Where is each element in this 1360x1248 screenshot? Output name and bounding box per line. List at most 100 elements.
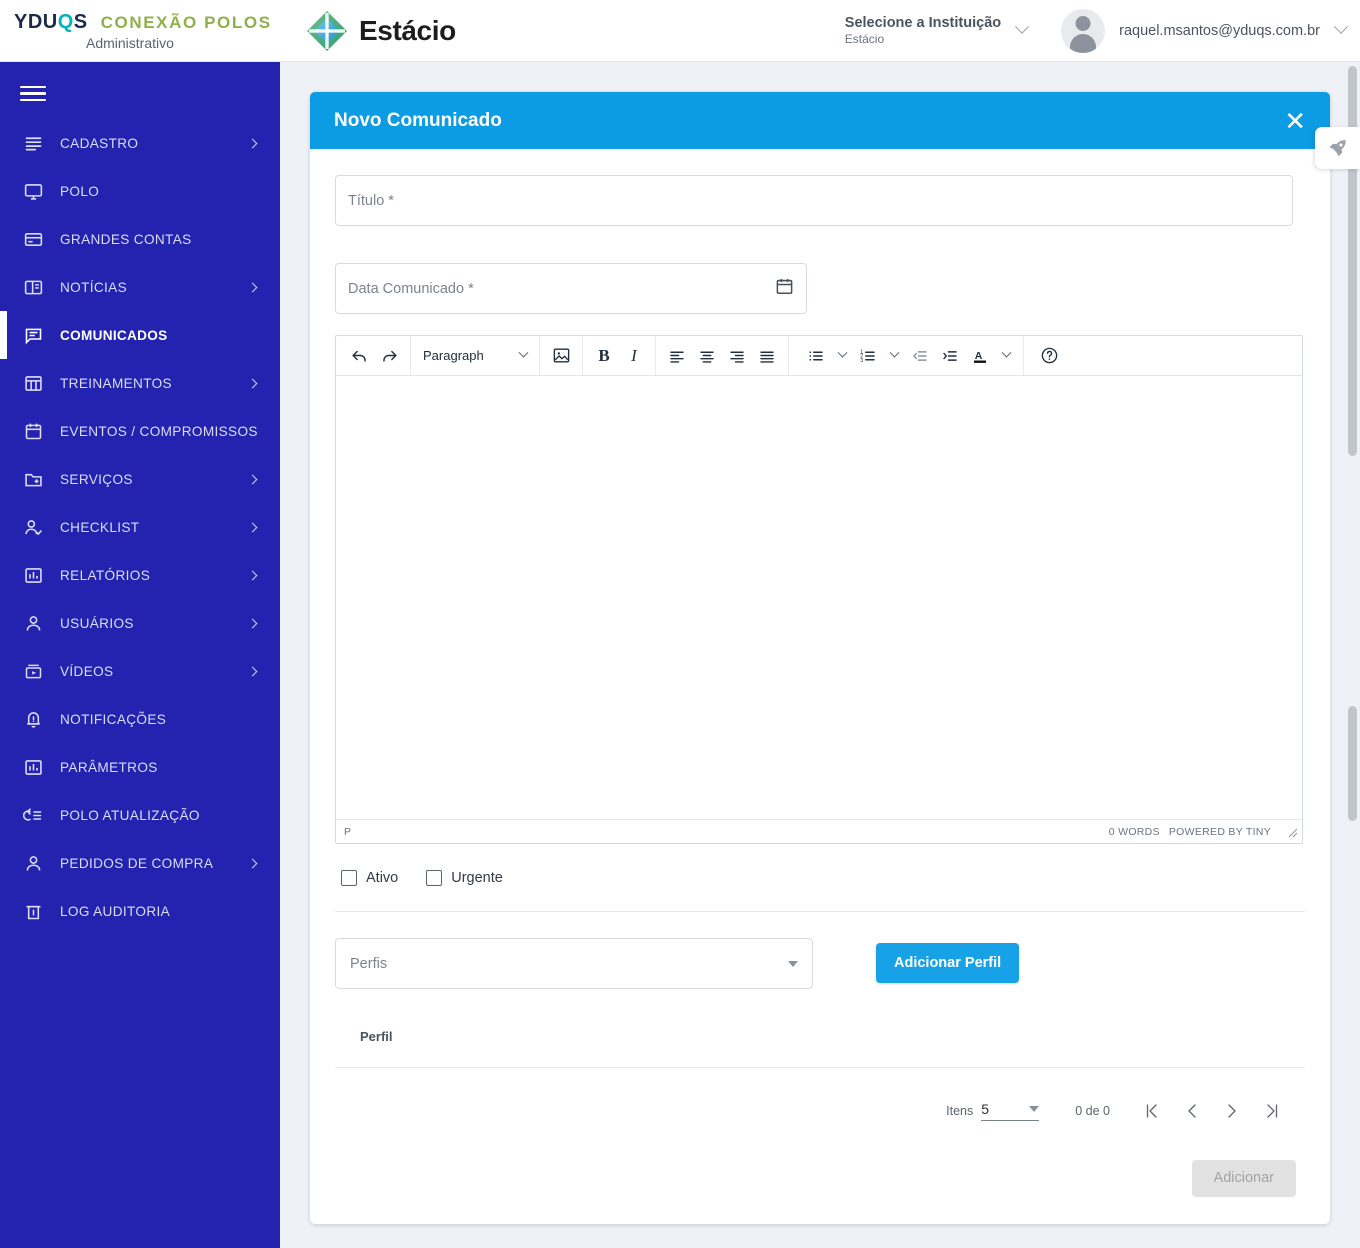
undo-icon[interactable] xyxy=(344,341,374,371)
format-select[interactable]: Paragraph xyxy=(417,341,533,371)
checkbox-group: Ativo Urgente xyxy=(335,870,1305,886)
sidebar-item-videos[interactable]: VÍDEOS xyxy=(0,647,280,695)
sidebar-item-polo-atualizacao[interactable]: POLO ATUALIZAÇÃO xyxy=(0,791,280,839)
novo-comunicado-dialog: Novo Comunicado ✕ Título * Data Comunica… xyxy=(310,92,1330,1224)
perfis-row: Perfis Adicionar Perfil xyxy=(335,938,1305,989)
checkbox-box-icon xyxy=(341,870,357,886)
user-email: raquel.msantos@yduqs.com.br xyxy=(1119,22,1320,39)
sidebar-item-label: LOG AUDITORIA xyxy=(60,903,171,919)
sidebar-item-label: USUÁRIOS xyxy=(60,615,134,631)
bullet-list-options-icon[interactable] xyxy=(831,341,853,371)
sidebar-item-checklist[interactable]: CHECKLIST xyxy=(0,503,280,551)
adicionar-perfil-button[interactable]: Adicionar Perfil xyxy=(876,943,1020,983)
sidebar-item-servicos[interactable]: SERVIÇOS xyxy=(0,455,280,503)
editor-branding: POWERED BY TINY xyxy=(1168,825,1271,838)
page-scrollbar-track-lower[interactable] xyxy=(1345,700,1360,1248)
editor-toolbar: Paragraph B I 1 2 3 A xyxy=(336,336,1302,376)
sidebar-item-comunicados[interactable]: COMUNICADOS xyxy=(0,311,280,360)
svg-text:A: A xyxy=(975,350,983,362)
list-icon xyxy=(20,131,46,155)
folder-plus-icon xyxy=(20,467,46,491)
chevron-down-icon xyxy=(1015,19,1030,34)
numbered-list-icon[interactable]: 1 2 3 xyxy=(853,341,883,371)
menu-toggle-button[interactable] xyxy=(0,62,280,119)
page-range-label: 0 de 0 xyxy=(1075,1104,1110,1118)
sidebar-item-grandes-contas[interactable]: GRANDES CONTAS xyxy=(0,215,280,263)
items-per-page-select[interactable]: 5 xyxy=(981,1101,1040,1121)
bold-icon[interactable]: B xyxy=(589,341,619,371)
sidebar-item-log-auditoria[interactable]: LOG AUDITORIA xyxy=(0,887,280,935)
data-comunicado-input[interactable]: Data Comunicado * xyxy=(335,263,807,314)
sidebar-item-label: PEDIDOS DE COMPRA xyxy=(60,855,214,871)
checkbox-box-icon xyxy=(426,870,443,886)
institution-selector[interactable]: Selecione a Instituição Estácio xyxy=(844,14,1030,47)
estacio-diamond-icon xyxy=(304,8,350,54)
estacio-logo: Estácio xyxy=(304,8,456,54)
sidebar-item-relatorios[interactable]: RELATÓRIOS xyxy=(0,551,280,599)
sidebar-item-label: NOTIFICAÇÕES xyxy=(60,711,167,727)
adicionar-button[interactable]: Adicionar xyxy=(1191,1159,1296,1197)
user-icon xyxy=(20,611,46,635)
perfil-table-header: Perfil xyxy=(360,1029,393,1044)
chart-icon xyxy=(20,755,46,779)
sidebar-item-parametros[interactable]: PARÂMETROS xyxy=(0,743,280,791)
redo-icon[interactable] xyxy=(374,341,404,371)
calendar-icon xyxy=(20,419,46,443)
editor-status-bar: p 0 WORDS POWERED BY TINY xyxy=(336,819,1302,843)
bell-icon xyxy=(20,707,46,731)
monitor-icon xyxy=(20,179,46,203)
outdent-icon[interactable] xyxy=(905,341,935,371)
calendar-icon[interactable] xyxy=(775,277,794,301)
rocket-icon[interactable] xyxy=(1315,127,1360,169)
align-justify-icon[interactable] xyxy=(752,341,782,371)
user-icon xyxy=(20,851,46,875)
sidebar-item-eventos-compromissos[interactable]: EVENTOS / COMPROMISSOS xyxy=(0,407,280,455)
close-icon[interactable]: ✕ xyxy=(1284,108,1306,134)
checkbox-ativo[interactable]: Ativo xyxy=(341,870,398,886)
first-page-button[interactable] xyxy=(1132,1094,1172,1128)
sidebar-item-treinamentos[interactable]: TREINAMENTOS xyxy=(0,359,280,407)
bullet-list-icon[interactable] xyxy=(801,341,831,371)
dialog-scrollbar-thumb[interactable] xyxy=(1348,706,1357,821)
titulo-input[interactable]: Título * xyxy=(335,175,1293,226)
sidebar-item-noticias[interactable]: NOTÍCIAS xyxy=(0,263,280,311)
indent-icon[interactable] xyxy=(935,341,965,371)
perfis-select[interactable]: Perfis xyxy=(335,938,813,989)
checkbox-urgente-label: Urgente xyxy=(451,870,503,886)
dialog-footer: Adicionar xyxy=(310,1132,1330,1224)
sidebar-item-usuarios[interactable]: USUÁRIOS xyxy=(0,599,280,647)
chevron-down-icon[interactable] xyxy=(1333,19,1349,34)
text-color-options-icon[interactable] xyxy=(995,341,1017,371)
help-icon[interactable] xyxy=(1034,341,1064,371)
image-icon[interactable] xyxy=(546,341,576,371)
card-icon xyxy=(20,227,46,251)
align-right-icon[interactable] xyxy=(722,341,752,371)
sidebar-item-polo[interactable]: POLO xyxy=(0,167,280,215)
align-center-icon[interactable] xyxy=(692,341,722,371)
numbered-list-options-icon[interactable] xyxy=(883,341,905,371)
svg-text:3: 3 xyxy=(860,357,863,363)
conexao-polos-logo: CONEXÃO POLOS xyxy=(100,12,272,32)
sidebar-item-label: VÍDEOS xyxy=(60,663,114,679)
chevron-down-icon xyxy=(518,347,529,358)
editor-content-area[interactable] xyxy=(336,376,1302,819)
last-page-button[interactable] xyxy=(1252,1094,1292,1128)
italic-icon[interactable]: I xyxy=(619,341,649,371)
table-divider xyxy=(335,1067,1305,1068)
page-scrollbar-thumb[interactable] xyxy=(1348,66,1357,456)
previous-page-button[interactable] xyxy=(1172,1094,1212,1128)
format-select-value: Paragraph xyxy=(423,348,484,363)
dialog-body: Título * Data Comunicado * Paragraph B I… xyxy=(310,149,1330,1128)
rich-text-editor: Paragraph B I 1 2 3 A P 0 WORDS POWERED … xyxy=(335,335,1303,844)
sidebar-item-pedidos-de-compra[interactable]: PEDIDOS DE COMPRA xyxy=(0,839,280,887)
align-left-icon[interactable] xyxy=(662,341,692,371)
main-content: Novo Comunicado ✕ Título * Data Comunica… xyxy=(280,62,1360,1248)
sidebar-item-notificacoes[interactable]: NOTIFICAÇÕES xyxy=(0,695,280,743)
administrativo-subtitle: Administrativo xyxy=(86,34,174,51)
sidebar-item-cadastro[interactable]: CADASTRO xyxy=(0,119,280,167)
checkbox-urgente[interactable]: Urgente xyxy=(426,870,503,886)
editor-resize-handle[interactable] xyxy=(1286,826,1298,838)
text-color-icon[interactable]: A xyxy=(965,341,995,371)
next-page-button[interactable] xyxy=(1212,1094,1252,1128)
institution-title: Selecione a Instituição xyxy=(844,14,1002,31)
